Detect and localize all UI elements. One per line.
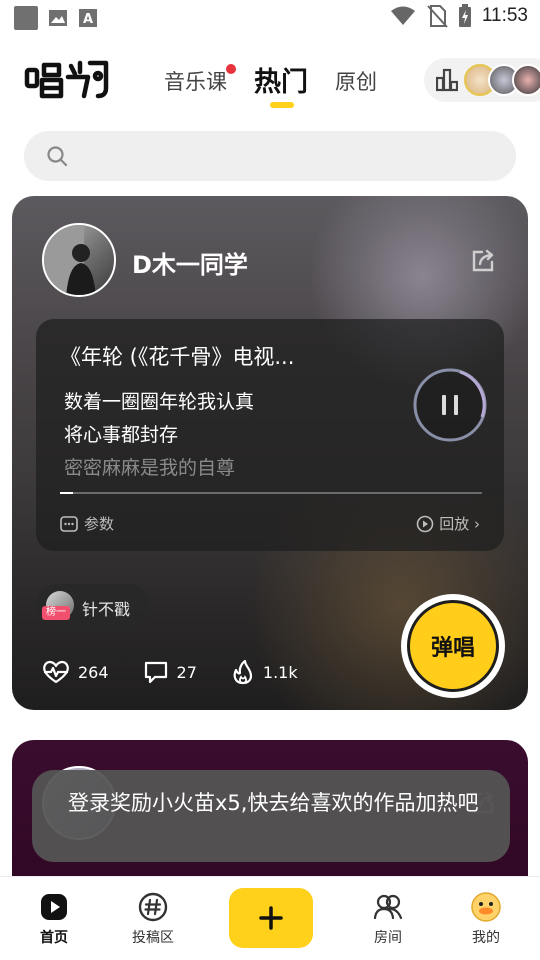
status-left-icons: A <box>14 6 98 30</box>
top-gifter-pill[interactable]: 榜一 针不戳 <box>36 584 150 628</box>
ranking-button[interactable] <box>424 58 540 102</box>
sing-along-button[interactable]: 弹唱 <box>401 594 505 698</box>
status-time: 11:53 <box>481 5 528 26</box>
active-tab-indicator <box>270 102 294 108</box>
nav-rooms[interactable]: 房间 <box>348 891 428 947</box>
user-avatar[interactable] <box>42 223 116 297</box>
flame-icon <box>233 659 253 685</box>
login-reward-toast: 登录奖励小火苗x5,快去给喜欢的作品加热吧 <box>32 770 510 862</box>
heat-button[interactable]: 1.1k <box>231 659 298 685</box>
status-right-icons: 11:53 <box>390 4 528 28</box>
nav-label: 我的 <box>472 930 500 946</box>
replay-icon <box>416 515 434 532</box>
pause-icon <box>442 395 446 415</box>
nav-submissions[interactable]: 投稿区 <box>113 891 193 947</box>
heat-count: 1.1k <box>262 662 298 682</box>
gifter-rank-badge: 榜一 <box>42 606 70 620</box>
lyric-line: 将心事都封存 <box>64 424 179 446</box>
comment-button[interactable]: 27 <box>143 660 197 684</box>
duck-avatar-icon <box>471 892 501 922</box>
plus-icon <box>259 906 283 930</box>
avatar-photo <box>44 225 96 295</box>
parameters-button[interactable]: 参数 <box>60 513 114 534</box>
create-button[interactable] <box>229 888 313 948</box>
lyric-line: 数着一圈圈年轮我认真 <box>64 391 255 413</box>
replay-button[interactable]: 回放 › <box>416 513 480 534</box>
nav-profile[interactable]: 我的 <box>446 891 526 947</box>
hashtag-icon <box>138 892 168 922</box>
dots-box-icon <box>60 515 78 532</box>
like-button[interactable]: 264 <box>42 660 109 684</box>
image-icon <box>49 10 67 26</box>
progress-fill <box>60 492 73 494</box>
battery-charging-icon <box>458 4 471 27</box>
play-square-icon <box>41 894 67 920</box>
heart-pulse-icon <box>43 660 69 684</box>
song-title[interactable]: 《年轮 (《花千骨》电视... <box>60 341 294 371</box>
chart-bars-icon <box>436 68 458 92</box>
like-count: 264 <box>78 662 109 682</box>
comment-count: 27 <box>176 662 197 682</box>
app-logo <box>24 60 109 99</box>
tab-new-badge <box>226 64 236 74</box>
gifter-name: 针不戳 <box>82 600 131 619</box>
font-icon: A <box>79 9 97 27</box>
username[interactable]: D木一同学 <box>132 245 248 280</box>
lyric-player: 《年轮 (《花千骨》电视... 数着一圈圈年轮我认真 将心事都封存 密密麻麻是我… <box>36 319 504 551</box>
search-icon <box>47 146 68 167</box>
tab-music-class[interactable]: 音乐课 <box>164 66 227 96</box>
nav-label: 首页 <box>40 930 68 946</box>
comment-icon <box>144 661 167 684</box>
pause-button[interactable] <box>412 367 488 443</box>
bottom-navigation: 首页 投稿区 房间 我的 <box>0 876 540 960</box>
lyric-line-dim: 密密麻麻是我的自尊 <box>64 457 236 479</box>
search-bar[interactable] <box>24 131 516 181</box>
nav-label: 房间 <box>374 930 402 946</box>
engagement-stats: 264 27 1.1k <box>42 659 332 685</box>
replay-label: 回放 › <box>439 515 480 533</box>
tab-original[interactable]: 原创 <box>335 66 377 96</box>
app-square-icon <box>14 6 38 30</box>
feed-card[interactable]: D木一同学 《年轮 (《花千骨》电视... 数着一圈圈年轮我认真 将心事都封存 … <box>12 196 528 710</box>
status-bar: A 11:53 <box>0 0 540 36</box>
nav-label: 投稿区 <box>132 930 174 946</box>
share-icon[interactable] <box>470 248 496 274</box>
sing-label: 弹唱 <box>407 600 499 692</box>
svg-text:A: A <box>83 12 93 27</box>
ranking-avatar-3 <box>512 64 540 96</box>
wifi-icon <box>390 6 415 25</box>
tab-hot[interactable]: 热门 <box>254 60 308 99</box>
param-label: 参数 <box>84 515 115 533</box>
nav-home[interactable]: 首页 <box>14 891 94 947</box>
no-sim-icon <box>427 5 448 28</box>
playback-progress[interactable] <box>60 492 482 494</box>
people-icon <box>373 894 403 920</box>
